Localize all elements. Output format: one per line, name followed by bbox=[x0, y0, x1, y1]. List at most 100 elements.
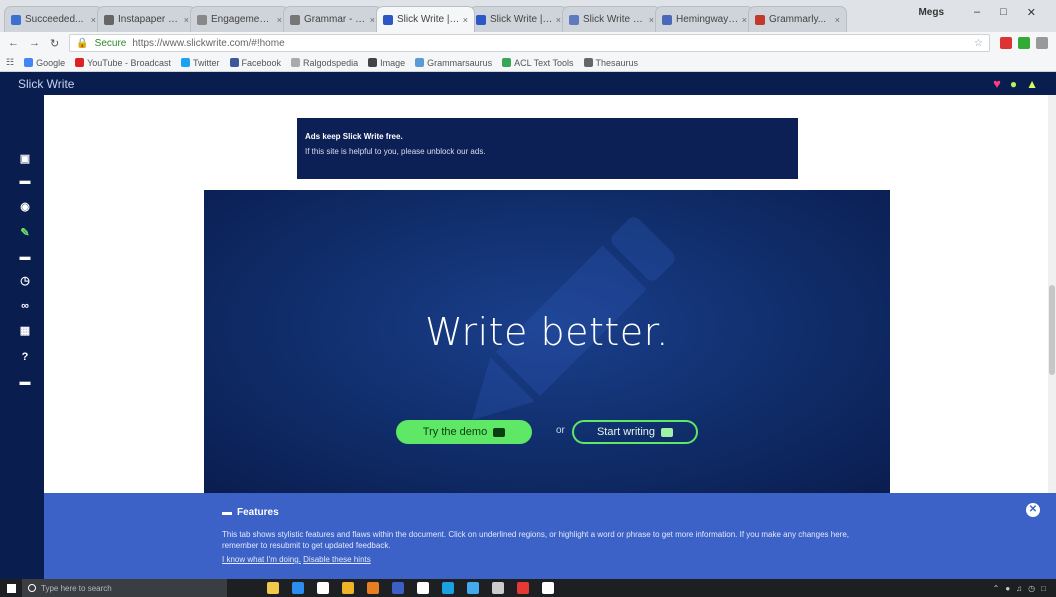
browser-tab[interactable]: Grammar - Lesson...× bbox=[283, 6, 382, 32]
browser-tab[interactable]: Slick Write | H...× bbox=[376, 6, 475, 32]
taskbar-app-icon[interactable] bbox=[442, 582, 454, 594]
tab-favicon-icon bbox=[662, 14, 672, 25]
hero-title: Write better. bbox=[425, 310, 669, 354]
eye-icon[interactable]: ◉ bbox=[19, 201, 31, 213]
back-icon[interactable]: ← bbox=[8, 37, 19, 49]
clock-icon[interactable]: ◷ bbox=[19, 275, 31, 287]
clock-icon[interactable]: ◷ bbox=[1028, 584, 1035, 593]
extension-icon[interactable] bbox=[1000, 37, 1012, 49]
app-header: Slick Write ♥ ● ▲ bbox=[0, 72, 1056, 95]
bookmark-item[interactable]: Facebook bbox=[229, 58, 281, 68]
network-icon[interactable]: ● bbox=[1005, 584, 1010, 593]
browser-tab[interactable]: Succeeded... × bbox=[4, 6, 103, 32]
browser-tab[interactable]: Slick Write Stats...× bbox=[562, 6, 661, 32]
taskbar-app-icon[interactable] bbox=[542, 582, 554, 594]
browser-tab[interactable]: Engagement... × bbox=[190, 6, 289, 32]
bookmark-label: Grammarsaurus bbox=[427, 57, 493, 68]
tab-label: Hemingway Ed... bbox=[676, 14, 739, 25]
start-writing-label: Start writing bbox=[596, 426, 656, 438]
taskbar-app-icon[interactable] bbox=[417, 582, 429, 594]
bookmark-favicon-icon bbox=[75, 58, 85, 67]
tab-close-icon[interactable]: × bbox=[91, 15, 96, 25]
taskbar-app-icon[interactable] bbox=[467, 582, 479, 594]
bookmark-item[interactable]: Twitter bbox=[181, 58, 220, 68]
close-window-icon[interactable]: ✕ bbox=[1027, 6, 1036, 19]
save-icon[interactable]: ▣ bbox=[19, 153, 31, 165]
comment-icon[interactable]: ▬ bbox=[19, 376, 31, 388]
windows-icon bbox=[6, 583, 16, 593]
monitor-icon bbox=[493, 427, 506, 437]
bookmark-item[interactable]: YouTube - Broadcast bbox=[75, 58, 171, 68]
taskbar-app-icon[interactable] bbox=[367, 582, 379, 594]
forward-icon[interactable]: → bbox=[29, 37, 40, 49]
browser-tab-strip: Succeeded...×Instapaper - yo...×Engageme… bbox=[0, 0, 1056, 32]
tray-chevron-icon[interactable]: ⌃ bbox=[993, 584, 1000, 593]
taskbar-app-icon[interactable] bbox=[267, 582, 279, 594]
bookmark-label: Thesaurus bbox=[595, 57, 639, 68]
bookmark-item[interactable]: Ralgodspedia bbox=[291, 58, 358, 68]
tab-close-icon[interactable]: × bbox=[835, 15, 840, 25]
system-tray: ⌃ ● ♫ ◷ □ bbox=[993, 584, 1056, 593]
taskbar-app-icon[interactable] bbox=[492, 582, 504, 594]
grid-icon[interactable]: ▦ bbox=[19, 325, 31, 337]
extension-icon[interactable] bbox=[1018, 37, 1030, 49]
stats-icon[interactable]: ▬ bbox=[19, 251, 31, 263]
tab-close-icon[interactable]: × bbox=[742, 15, 747, 25]
tab-close-icon[interactable]: × bbox=[556, 15, 561, 25]
bookmark-item[interactable]: Grammarsaurus bbox=[415, 58, 492, 68]
taskbar-search[interactable]: Type here to search bbox=[22, 579, 227, 597]
taskbar-app-icon[interactable] bbox=[292, 582, 304, 594]
extensions bbox=[1000, 37, 1048, 49]
browser-tab[interactable]: Hemingway Ed...× bbox=[655, 6, 754, 32]
taskbar-search-placeholder: Type here to search bbox=[41, 583, 112, 593]
reload-icon[interactable]: ↻ bbox=[50, 37, 59, 50]
browser-tab[interactable]: Grammarly... × bbox=[748, 6, 847, 32]
bookmark-item[interactable]: Thesaurus bbox=[583, 57, 639, 68]
maximize-icon[interactable]: □ bbox=[1000, 6, 1007, 18]
disable-hints-link[interactable]: Disable these hints bbox=[303, 555, 371, 564]
bookmark-label: Twitter bbox=[193, 57, 220, 68]
tab-close-icon[interactable]: × bbox=[184, 15, 189, 25]
help-icon[interactable]: ? bbox=[19, 351, 31, 363]
cortana-icon bbox=[28, 584, 36, 592]
start-writing-button[interactable]: Start writing bbox=[572, 420, 698, 444]
windows-taskbar: Type here to search ⌃ ● ♫ ◷ □ bbox=[0, 579, 1056, 597]
profile-name[interactable]: Megs bbox=[918, 7, 944, 18]
warning-icon[interactable]: ▲ bbox=[1026, 77, 1038, 91]
scrollbar-thumb[interactable] bbox=[1049, 285, 1055, 375]
notification-icon[interactable]: □ bbox=[1041, 584, 1046, 593]
bookmark-item[interactable]: ACL Text Tools bbox=[502, 58, 574, 68]
close-icon[interactable]: ✕ bbox=[1026, 503, 1040, 517]
heart-icon[interactable]: ♥ bbox=[993, 76, 1001, 91]
pencil-icon[interactable]: ✎ bbox=[19, 227, 31, 239]
taskbar-app-icon[interactable] bbox=[392, 582, 404, 594]
comment-icon: ▬ bbox=[222, 507, 232, 518]
start-button[interactable] bbox=[0, 579, 22, 597]
link-icon[interactable]: ∞ bbox=[19, 300, 31, 312]
url-input[interactable]: 🔒 Secure https://www.slickwrite.com/#!ho… bbox=[69, 34, 990, 52]
menu-icon[interactable] bbox=[1036, 37, 1048, 49]
tab-close-icon[interactable]: × bbox=[277, 15, 282, 25]
bookmark-item[interactable]: Image bbox=[368, 58, 405, 68]
try-demo-button[interactable]: Try the demo bbox=[396, 420, 532, 444]
tab-close-icon[interactable]: × bbox=[370, 15, 375, 25]
bookmark-label: Ralgodspedia bbox=[303, 57, 359, 68]
address-bar: ← → ↻ 🔒 Secure https://www.slickwrite.co… bbox=[0, 32, 1056, 54]
taskbar-app-icon[interactable] bbox=[342, 582, 354, 594]
browser-tab[interactable]: Instapaper - yo...× bbox=[97, 6, 196, 32]
minimize-icon[interactable]: – bbox=[974, 6, 980, 18]
tab-favicon-icon bbox=[197, 14, 207, 25]
folder-icon[interactable]: ▬ bbox=[19, 175, 31, 187]
lightbulb-icon[interactable]: ● bbox=[1010, 77, 1017, 91]
bookmark-favicon-icon bbox=[368, 58, 378, 67]
bookmark-favicon-icon bbox=[415, 58, 425, 67]
apps-icon[interactable]: ☷ bbox=[6, 57, 14, 68]
star-icon[interactable]: ☆ bbox=[974, 38, 983, 49]
volume-icon[interactable]: ♫ bbox=[1016, 584, 1022, 593]
taskbar-app-icon[interactable] bbox=[317, 582, 329, 594]
tab-close-icon[interactable]: × bbox=[649, 15, 654, 25]
taskbar-app-icon[interactable] bbox=[517, 582, 529, 594]
bookmark-item[interactable]: Google bbox=[24, 58, 65, 68]
tab-close-icon[interactable]: × bbox=[463, 15, 468, 25]
browser-tab[interactable]: Slick Write | Fr...× bbox=[469, 6, 568, 32]
